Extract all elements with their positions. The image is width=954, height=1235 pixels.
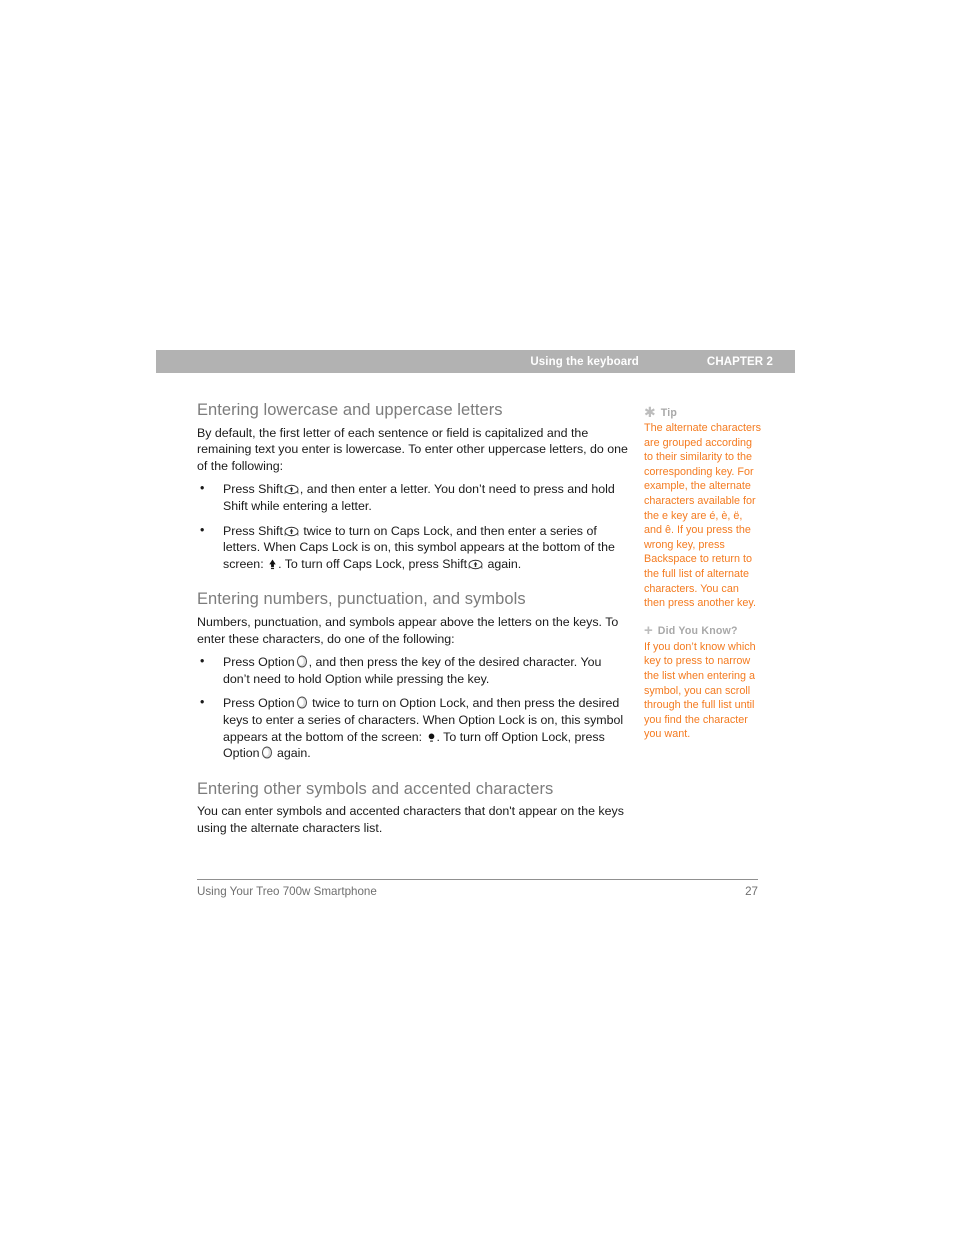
bullet-text-part: Press Shift <box>223 482 283 497</box>
section-entering-numbers-punctuation-and-symbols: Entering numbers, punctuation, and symbo… <box>197 589 629 761</box>
option-key-icon <box>296 655 307 668</box>
running-header-chapter: CHAPTER 2 <box>706 355 773 368</box>
sidebar-notes-column: ✱ Tip The alternate characters are group… <box>644 404 762 756</box>
bullet-text-part: . To turn off Caps Lock, press Shift <box>278 556 468 571</box>
running-header-title: Using the keyboard <box>530 355 639 368</box>
footer-divider <box>197 879 758 880</box>
section-heading: Entering numbers, punctuation, and symbo… <box>197 590 526 609</box>
option-key-icon <box>261 746 272 759</box>
option-key-icon <box>296 696 307 709</box>
caps-lock-symbol-icon <box>269 559 276 569</box>
shift-key-icon <box>468 559 483 569</box>
bullet-text-part: Press Option <box>223 696 295 711</box>
section-intro-paragraph: You can enter symbols and accented chara… <box>197 804 624 835</box>
section-entering-lowercase-and-uppercase-letters: Entering lowercase and uppercase letters… <box>197 400 629 572</box>
plus-icon: + <box>644 621 653 639</box>
bullet-list: Press Shift, and then enter a letter. Yo… <box>197 480 629 573</box>
note-body-text: The alternate characters are grouped acc… <box>644 422 762 610</box>
footer-page-number: 27 <box>745 885 758 898</box>
note-header: + Did You Know? <box>644 621 762 639</box>
shift-key-icon <box>284 526 299 536</box>
section-intro-paragraph: By default, the first letter of each sen… <box>197 425 628 473</box>
bullet-text-part: again. <box>273 746 311 761</box>
note-label: Tip <box>660 406 678 419</box>
bullet-list: Press Option, and then press the key of … <box>197 653 629 762</box>
main-content-column: Entering lowercase and uppercase letters… <box>197 400 629 854</box>
note-label: Did You Know? <box>657 625 738 638</box>
asterisk-icon: ✱ <box>644 404 656 420</box>
bullet-text-part: Press Option <box>223 655 295 670</box>
running-header-bar: Using the keyboard CHAPTER 2 <box>156 350 795 373</box>
list-item: Press Shift, and then enter a letter. Yo… <box>197 480 629 514</box>
note-body-text: If you don’t know which key to press to … <box>644 640 756 741</box>
bullet-text-part: again. <box>484 556 522 571</box>
note-header: ✱ Tip <box>644 404 762 420</box>
section-entering-other-symbols-and-accented-characters: Entering other symbols and accented char… <box>197 779 629 837</box>
document-page: Using the keyboard CHAPTER 2 Entering lo… <box>0 0 954 1235</box>
bullet-text-part: Press Shift <box>223 523 283 538</box>
option-lock-symbol-icon <box>428 733 434 742</box>
list-item: Press Option twice to turn on Option Loc… <box>197 694 629 761</box>
section-heading: Entering other symbols and accented char… <box>197 779 554 798</box>
note-tip: ✱ Tip The alternate characters are group… <box>644 404 762 611</box>
footer-document-title: Using Your Treo 700w Smartphone <box>197 885 377 898</box>
page-footer: Using Your Treo 700w Smartphone 27 <box>197 885 758 898</box>
note-did-you-know: + Did You Know? If you don’t know which … <box>644 621 762 742</box>
list-item: Press Shift twice to turn on Caps Lock, … <box>197 522 629 573</box>
list-item: Press Option, and then press the key of … <box>197 653 629 687</box>
section-intro-paragraph: Numbers, punctuation, and symbols appear… <box>197 615 619 646</box>
shift-key-icon <box>284 485 299 495</box>
section-heading: Entering lowercase and uppercase letters <box>197 401 503 419</box>
